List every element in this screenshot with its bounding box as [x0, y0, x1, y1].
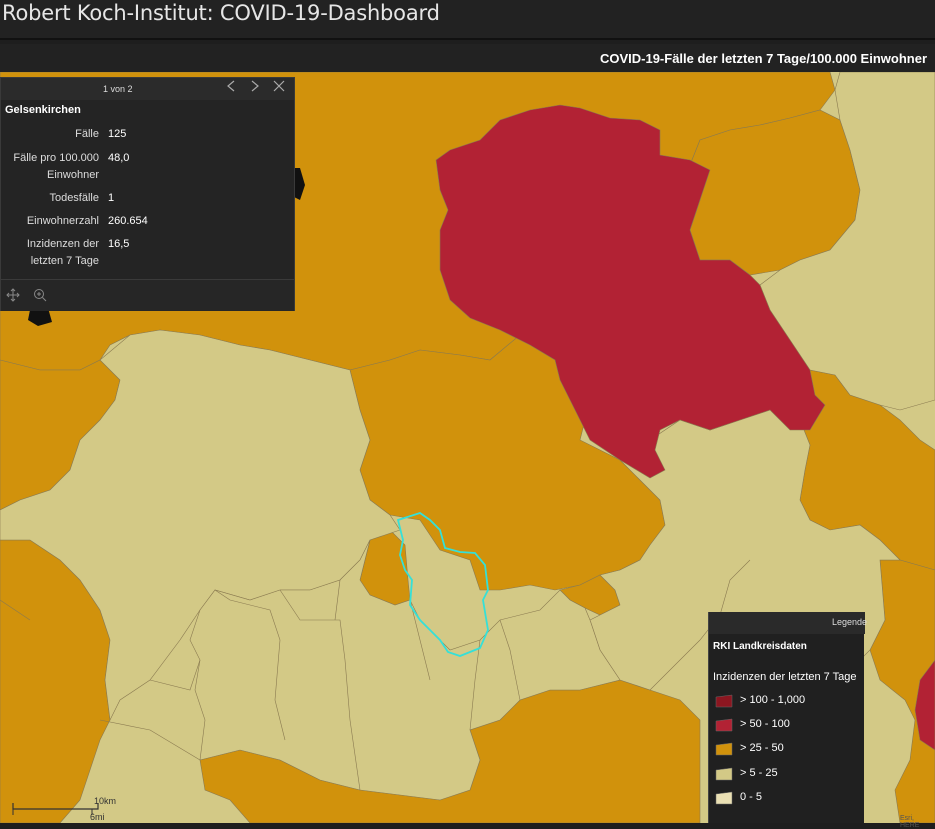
field-value-faelle-pro-100k: 48,0 — [108, 152, 130, 164]
field-value-inzidenz: 16,5 — [108, 238, 130, 250]
popup-feature-title: Gelsenkirchen — [5, 104, 81, 116]
map-panel-header: COVID-19-Fälle der letzten 7 Tage/100.00… — [0, 44, 935, 72]
legend-label: > 5 - 25 — [740, 767, 778, 779]
legend-tab[interactable]: Legende — [709, 612, 868, 634]
chevron-left-icon[interactable] — [222, 80, 240, 98]
zoom-to-icon[interactable] — [33, 288, 47, 302]
legend-swatch — [715, 791, 733, 805]
map-panel-title: COVID-19-Fälle der letzten 7 Tage/100.00… — [599, 51, 927, 66]
legend-label: > 50 - 100 — [740, 718, 790, 730]
field-label-faelle-pro-100k-line2: Einwohner — [47, 169, 99, 181]
feature-popup[interactable]: 1 von 2 Gelsenkirchen Fälle 125 Fälle pr… — [0, 77, 295, 311]
close-icon[interactable] — [270, 80, 288, 98]
legend-item: > 5 - 25 — [715, 765, 865, 783]
pan-icon[interactable] — [6, 288, 20, 302]
legend-label: > 100 - 1,000 — [740, 694, 806, 706]
field-label-inzidenz-line1: Inzidenzen der — [26, 238, 99, 250]
field-value-todesfaelle: 1 — [108, 192, 115, 204]
popup-pager: 1 von 2 — [103, 84, 133, 94]
legend-label: > 25 - 50 — [740, 742, 784, 754]
field-label-todesfaelle: Todesfälle — [49, 192, 99, 204]
popup-toolbar: 1 von 2 — [1, 78, 294, 100]
scale-mi-label: 6mi — [90, 812, 105, 822]
app-header: Robert Koch-Institut: COVID-19-Dashboard — [0, 0, 935, 40]
scale-bar: 10km 6mi — [10, 795, 120, 823]
legend-field-title: Inzidenzen der letzten 7 Tage — [713, 671, 857, 683]
popup-footer — [1, 279, 294, 311]
field-label-faelle: Fälle — [75, 128, 99, 140]
legend-item: > 25 - 50 — [715, 740, 865, 758]
legend-item: > 50 - 100 — [715, 716, 865, 734]
legend-item: > 100 - 1,000 — [715, 692, 865, 710]
field-value-faelle: 125 — [108, 128, 127, 140]
legend-item: 0 - 5 — [715, 789, 865, 807]
legend-tab-label: Legende — [832, 617, 868, 627]
field-label-inzidenz-line2: letzten 7 Tage — [30, 255, 99, 267]
legend-swatch — [715, 718, 733, 732]
field-label-faelle-pro-100k-line1: Fälle pro 100.000 — [13, 152, 99, 164]
chevron-right-icon[interactable] — [246, 80, 264, 98]
field-value-einwohnerzahl: 260.654 — [108, 215, 148, 227]
legend-swatch — [715, 694, 733, 708]
legend-panel: Legende RKI Landkreisdaten Inzidenzen de… — [708, 612, 868, 823]
field-label-einwohnerzahl: Einwohnerzahl — [26, 215, 99, 227]
app-title: Robert Koch-Institut: COVID-19-Dashboard — [2, 1, 440, 25]
scale-km-label: 10km — [94, 796, 117, 806]
legend-label: 0 - 5 — [740, 791, 763, 803]
legend-layer-title: RKI Landkreisdaten — [713, 641, 807, 652]
legend-swatch — [715, 742, 733, 756]
legend-swatch — [715, 767, 733, 781]
map-attribution: Esri, HERE — [900, 815, 920, 829]
